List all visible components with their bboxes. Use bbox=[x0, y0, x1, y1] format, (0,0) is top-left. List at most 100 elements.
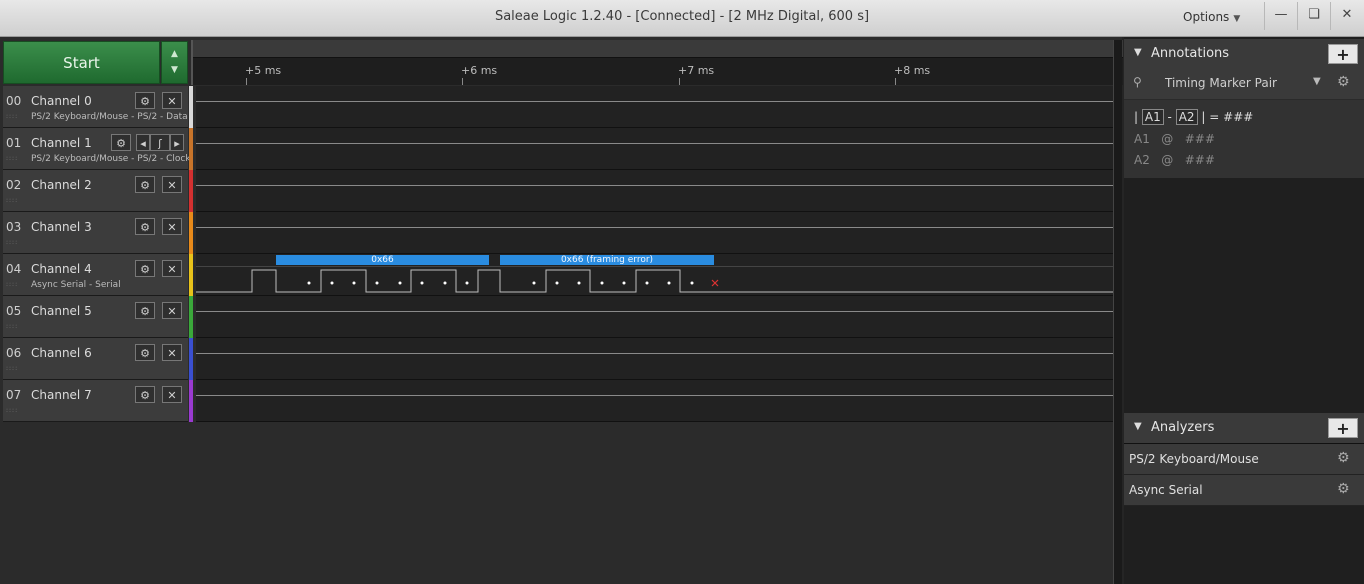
gear-icon[interactable]: ⚙ bbox=[135, 92, 155, 109]
marker-pair-label: Timing Marker Pair bbox=[1165, 76, 1277, 90]
chevron-down-icon[interactable]: ▼ bbox=[1313, 76, 1321, 87]
channel-analyzer: Async Serial - Serial bbox=[31, 280, 121, 290]
close-window-button[interactable]: ✕ bbox=[1330, 2, 1363, 30]
channel-number: 04 bbox=[6, 262, 22, 276]
channel-label[interactable]: 01 :::: Channel 1 PS/2 Keyboard/Mouse - … bbox=[3, 128, 191, 170]
options-label: Options bbox=[1183, 10, 1230, 24]
signal-line bbox=[196, 311, 1116, 312]
window-title: Saleae Logic 1.2.40 - [Connected] - [2 M… bbox=[494, 9, 870, 24]
close-icon[interactable]: ✕ bbox=[162, 92, 182, 109]
timeline-overview-bar[interactable] bbox=[193, 40, 1123, 58]
gear-icon[interactable]: ⚙ bbox=[111, 134, 131, 151]
gear-icon[interactable]: ⚙ bbox=[1337, 74, 1350, 90]
channel-label[interactable]: 04 :::: Channel 4 Async Serial - Serial … bbox=[3, 254, 188, 296]
tick-mark bbox=[246, 78, 247, 85]
channel-waveform[interactable] bbox=[196, 170, 1116, 212]
chevron-down-icon: ▼ bbox=[1233, 14, 1241, 24]
drag-grip-icon[interactable]: :::: bbox=[6, 323, 18, 330]
channel-label[interactable]: 02 :::: Channel 2 ⚙ ✕ bbox=[3, 170, 188, 212]
channel-waveform[interactable] bbox=[196, 128, 1116, 170]
time-tick: +6 ms bbox=[461, 64, 498, 77]
pin-icon[interactable]: ⚲ bbox=[1133, 75, 1142, 89]
close-icon[interactable]: ✕ bbox=[162, 176, 182, 193]
collapse-icon[interactable]: ▼ bbox=[1134, 421, 1142, 432]
drag-grip-icon[interactable]: :::: bbox=[6, 113, 18, 120]
channel-row-3: 03 :::: Channel 3 ⚙ ✕ bbox=[3, 212, 1120, 254]
marker-a1-label[interactable]: A1 bbox=[1141, 109, 1164, 125]
channel-row-2: 02 :::: Channel 2 ⚙ ✕ bbox=[3, 170, 1120, 212]
timing-marker-pair-row[interactable]: ⚲ Timing Marker Pair ▼ ⚙ bbox=[1124, 69, 1364, 100]
pipe-mark: | bbox=[1134, 110, 1139, 124]
channel-number: 05 bbox=[6, 304, 22, 318]
channel-waveform[interactable]: 0x66 0x66 (framing error) bbox=[196, 254, 1116, 296]
analyzers-title: Analyzers bbox=[1151, 420, 1215, 435]
channel-name: Channel 3 bbox=[31, 220, 92, 234]
channel-waveform[interactable] bbox=[196, 212, 1116, 254]
drag-grip-icon[interactable]: :::: bbox=[6, 365, 18, 372]
channel-label[interactable]: 05 :::: Channel 5 ⚙ ✕ bbox=[3, 296, 188, 338]
drag-grip-icon[interactable]: :::: bbox=[6, 407, 18, 414]
gear-icon[interactable]: ⚙ bbox=[1337, 450, 1350, 466]
marker-a2-label[interactable]: A2 bbox=[1175, 109, 1198, 125]
a2-label: A2 bbox=[1134, 153, 1150, 167]
options-menu[interactable]: Options ▼ bbox=[1183, 10, 1240, 24]
collapse-icon[interactable]: ▼ bbox=[1134, 47, 1142, 58]
analyzer-name: PS/2 Keyboard/Mouse bbox=[1129, 452, 1259, 466]
channel-label[interactable]: 03 :::: Channel 3 ⚙ ✕ bbox=[3, 212, 188, 254]
analyzer-item[interactable]: Async Serial ⚙ bbox=[1124, 475, 1364, 506]
drag-grip-icon[interactable]: :::: bbox=[6, 155, 18, 162]
time-tick: +5 ms bbox=[245, 64, 282, 77]
channel-waveform[interactable] bbox=[196, 86, 1116, 128]
gear-icon[interactable]: ⚙ bbox=[135, 344, 155, 361]
prev-edge-icon[interactable]: ◂ bbox=[136, 134, 150, 151]
close-icon[interactable]: ✕ bbox=[162, 344, 182, 361]
gear-icon[interactable]: ⚙ bbox=[135, 218, 155, 235]
drag-grip-icon[interactable]: :::: bbox=[6, 281, 18, 288]
time-ruler[interactable]: +5 ms +6 ms +7 ms +8 ms bbox=[191, 40, 1123, 85]
gear-icon[interactable]: ⚙ bbox=[1337, 481, 1350, 497]
add-analyzer-button[interactable]: + bbox=[1328, 418, 1358, 438]
signal-line bbox=[196, 227, 1116, 228]
channel-color-bar bbox=[189, 380, 193, 422]
minimize-button[interactable]: — bbox=[1264, 2, 1297, 30]
close-icon[interactable]: ✕ bbox=[162, 386, 182, 403]
channel-row-5: 05 :::: Channel 5 ⚙ ✕ bbox=[3, 296, 1120, 338]
marker-a1-row: A1 @ ### bbox=[1134, 132, 1215, 146]
drag-grip-icon[interactable]: :::: bbox=[6, 239, 18, 246]
channel-name: Channel 5 bbox=[31, 304, 92, 318]
drag-grip-icon[interactable]: :::: bbox=[6, 197, 18, 204]
trigger-edge-icon[interactable]: ʃ bbox=[150, 134, 170, 151]
gear-icon[interactable]: ⚙ bbox=[135, 302, 155, 319]
close-icon[interactable]: ✕ bbox=[162, 302, 182, 319]
signal-line bbox=[196, 101, 1116, 102]
close-icon[interactable]: ✕ bbox=[162, 260, 182, 277]
analyzer-item[interactable]: PS/2 Keyboard/Mouse ⚙ bbox=[1124, 444, 1364, 475]
channel-name: Channel 6 bbox=[31, 346, 92, 360]
next-edge-icon[interactable]: ▸ bbox=[170, 134, 184, 151]
channel-waveform[interactable] bbox=[196, 338, 1116, 380]
close-icon[interactable]: ✕ bbox=[162, 218, 182, 235]
channel-label[interactable]: 07 :::: Channel 7 ⚙ ✕ bbox=[3, 380, 188, 422]
channel-number: 07 bbox=[6, 388, 22, 402]
signal-line bbox=[196, 395, 1116, 396]
panel-splitter[interactable] bbox=[1113, 40, 1122, 584]
signal-line bbox=[196, 185, 1116, 186]
channel-row-0: 00 :::: Channel 0 PS/2 Keyboard/Mouse - … bbox=[3, 86, 1120, 128]
channel-color-bar bbox=[189, 212, 193, 254]
channel-waveform[interactable] bbox=[196, 296, 1116, 338]
gear-icon[interactable]: ⚙ bbox=[135, 260, 155, 277]
annotation-details: | A1 - A2 | = ### A1 @ ### A2 @ ### bbox=[1124, 100, 1364, 178]
channel-number: 02 bbox=[6, 178, 22, 192]
channel-label[interactable]: 00 :::: Channel 0 PS/2 Keyboard/Mouse - … bbox=[3, 86, 188, 128]
gear-icon[interactable]: ⚙ bbox=[135, 386, 155, 403]
channel-color-bar bbox=[189, 128, 193, 170]
start-options-button[interactable]: ▲ ▼ bbox=[161, 41, 188, 84]
channel-color-bar bbox=[189, 254, 193, 296]
add-annotation-button[interactable]: + bbox=[1328, 44, 1358, 64]
maximize-button[interactable]: ❏ bbox=[1297, 2, 1330, 30]
channel-analyzer: PS/2 Keyboard/Mouse - PS/2 - Data bbox=[31, 112, 188, 122]
start-button[interactable]: Start bbox=[3, 41, 160, 84]
channel-label[interactable]: 06 :::: Channel 6 ⚙ ✕ bbox=[3, 338, 188, 380]
gear-icon[interactable]: ⚙ bbox=[135, 176, 155, 193]
channel-waveform[interactable] bbox=[196, 380, 1116, 422]
